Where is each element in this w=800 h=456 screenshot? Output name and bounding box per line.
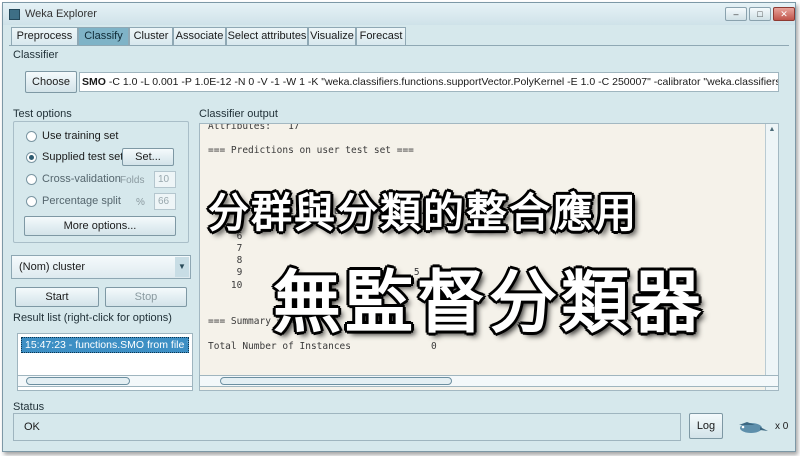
classifier-config-field[interactable]: SMO -C 1.0 -L 0.001 -P 1.0E-12 -N 0 -V -… [79,72,779,92]
status-bar: OK [13,413,681,441]
title-bar[interactable]: Weka Explorer – □ ✕ [3,3,795,25]
app-icon [9,9,20,20]
use-training-set-label: Use training set [42,130,119,142]
maximize-button[interactable]: □ [749,7,771,21]
output-vertical-scrollbar[interactable]: ▲ ▼ [765,124,778,390]
scrollbar-thumb[interactable] [220,377,452,385]
tab-visualize[interactable]: Visualize [308,27,356,45]
classifier-name: SMO [82,76,106,88]
result-list-label: Result list (right-click for options) [13,312,172,324]
radio-button[interactable] [26,174,37,185]
scroll-up-arrow-icon[interactable]: ▲ [766,124,778,136]
result-list-item[interactable]: 15:47:23 - functions.SMO from file 'n [21,337,189,353]
window-title: Weka Explorer [25,8,97,20]
cross-validation-option[interactable]: Cross-validation [26,172,126,188]
radio-button[interactable] [26,196,37,207]
dropdown-arrow-icon: ▼ [175,257,189,277]
more-options-button[interactable]: More options... [24,216,176,236]
log-button[interactable]: Log [689,413,723,439]
stop-button[interactable]: Stop [105,287,187,307]
test-options-panel: Use training set Supplied test set Set..… [13,121,189,243]
percent-label: % [136,197,145,208]
class-attribute-value: (Nom) cluster [19,261,86,273]
radio-button[interactable] [26,131,37,142]
tab-classify[interactable]: Classify [78,27,129,46]
supplied-test-set-option[interactable]: Supplied test set [26,150,126,166]
class-attribute-select[interactable]: (Nom) cluster ▼ [11,255,191,279]
radio-button-selected[interactable] [26,152,37,163]
close-button[interactable]: ✕ [773,7,795,21]
overlay-headline: 分群與分類的整合應用 [208,189,638,237]
tab-cluster[interactable]: Cluster [129,27,173,45]
output-horizontal-scrollbar[interactable] [199,375,779,387]
test-options-label: Test options [13,108,72,120]
minimize-button[interactable]: – [725,7,747,21]
choose-button[interactable]: Choose [25,71,77,93]
folds-input[interactable]: 10 [154,171,176,188]
use-training-set-option[interactable]: Use training set [26,129,176,145]
tab-forecast[interactable]: Forecast [356,27,406,45]
tab-select-attributes[interactable]: Select attributes [226,27,308,45]
output-line: === Predictions on user test set === [208,145,414,157]
task-count: x 0 [775,421,789,432]
supplied-test-set-label: Supplied test set [42,151,124,163]
status-label: Status [13,401,45,413]
output-line: Attributes: 17 [208,123,300,132]
result-list-scrollbar[interactable] [17,375,193,387]
classifier-options: -C 1.0 -L 0.001 -P 1.0E-12 -N 0 -V -1 -W… [105,76,779,88]
percentage-split-label: Percentage split [42,195,121,207]
folds-label: Folds [120,175,145,186]
classifier-output-label: Classifier output [199,108,278,120]
weka-explorer-window: Weka Explorer – □ ✕ Preprocess Classify … [2,2,796,452]
tab-associate[interactable]: Associate [173,27,226,45]
tab-divider [9,45,789,46]
set-test-set-button[interactable]: Set... [122,148,174,166]
classifier-section-label: Classifier [13,49,59,61]
tab-preprocess[interactable]: Preprocess [11,27,78,45]
cross-validation-label: Cross-validation [42,173,121,185]
scrollbar-thumb[interactable] [26,377,130,385]
weka-bird-icon [739,422,768,433]
overlay-subheadline: 無監督分類器 [273,264,706,343]
percentage-split-option[interactable]: Percentage split [26,194,126,210]
start-button[interactable]: Start [15,287,99,307]
percentage-input[interactable]: 66 [154,193,176,210]
